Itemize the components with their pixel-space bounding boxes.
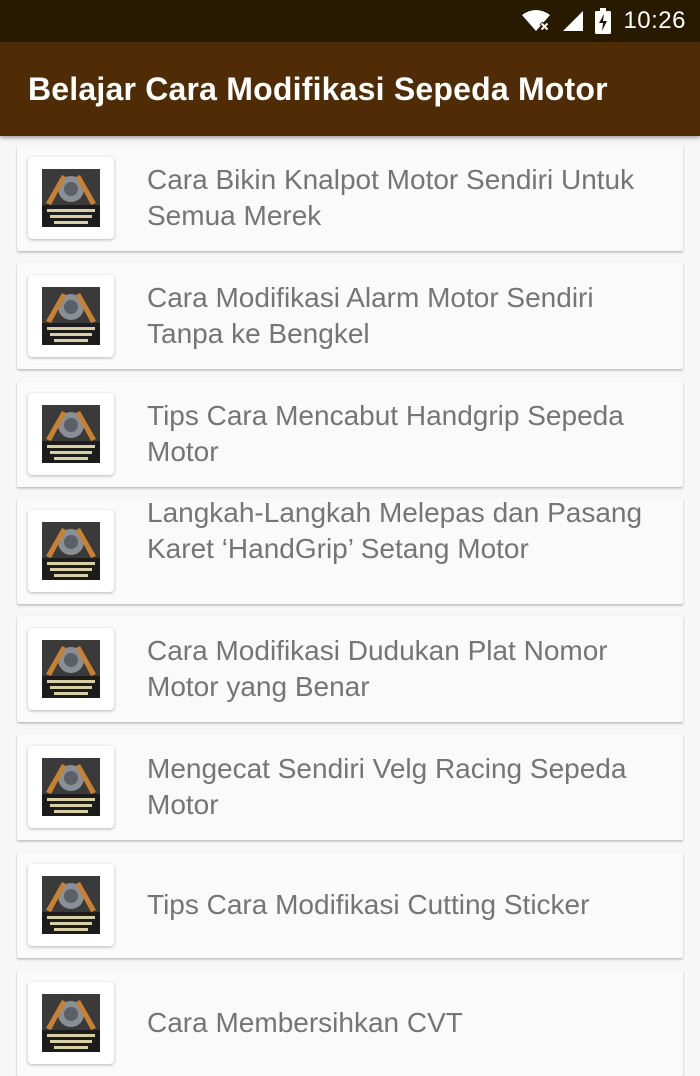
article-thumbnail — [28, 510, 114, 592]
motorcycle-logo-icon — [42, 522, 100, 580]
article-thumbnail — [28, 393, 114, 475]
article-title: Tips Cara Modifikasi Cutting Sticker — [147, 889, 590, 920]
article-thumbnail — [28, 982, 114, 1064]
list-item[interactable]: Langkah-Langkah Melepas dan Pasang Karet… — [17, 497, 683, 604]
clock: 10:26 — [623, 7, 686, 34]
article-title: Tips Cara Mencabut Handgrip Sepeda Motor — [147, 400, 624, 467]
motorcycle-logo-icon — [42, 758, 100, 816]
article-thumbnail — [28, 157, 114, 239]
article-title: Cara Modifikasi Alarm Motor Sendiri Tanp… — [147, 282, 594, 349]
signal-icon — [561, 10, 585, 32]
article-title: Mengecat Sendiri Velg Racing Sepeda Moto… — [147, 753, 627, 820]
wifi-off-icon — [521, 9, 551, 33]
article-title: Cara Membersihkan CVT — [147, 1007, 463, 1038]
article-thumbnail — [28, 864, 114, 946]
article-title: Cara Bikin Knalpot Motor Sendiri Untuk S… — [147, 164, 635, 231]
motorcycle-logo-icon — [42, 287, 100, 345]
motorcycle-logo-icon — [42, 169, 100, 227]
motorcycle-logo-icon — [42, 405, 100, 463]
motorcycle-logo-icon — [42, 640, 100, 698]
app-bar: Belajar Cara Modifikasi Sepeda Motor — [0, 42, 700, 136]
article-title: Langkah-Langkah Melepas dan Pasang Karet… — [147, 497, 643, 564]
status-bar: 10:26 — [0, 0, 700, 42]
article-thumbnail — [28, 275, 114, 357]
motorcycle-logo-icon — [42, 876, 100, 934]
list-item[interactable]: Tips Cara Mencabut Handgrip Sepeda Motor — [17, 381, 683, 487]
battery-charging-icon — [595, 8, 612, 34]
app-title: Belajar Cara Modifikasi Sepeda Motor — [28, 70, 608, 107]
article-title: Cara Modifikasi Dudukan Plat Nomor Motor… — [147, 635, 608, 702]
article-thumbnail — [28, 628, 114, 710]
list-item[interactable]: Cara Membersihkan CVT — [17, 970, 683, 1076]
list-item[interactable]: Tips Cara Modifikasi Cutting Sticker — [17, 852, 683, 958]
list-item[interactable]: Mengecat Sendiri Velg Racing Sepeda Moto… — [17, 734, 683, 840]
list-item[interactable]: Cara Bikin Knalpot Motor Sendiri Untuk S… — [17, 145, 683, 251]
list-item[interactable]: Cara Modifikasi Alarm Motor Sendiri Tanp… — [17, 263, 683, 369]
list-item[interactable]: Cara Modifikasi Dudukan Plat Nomor Motor… — [17, 616, 683, 722]
article-thumbnail — [28, 746, 114, 828]
motorcycle-logo-icon — [42, 994, 100, 1052]
